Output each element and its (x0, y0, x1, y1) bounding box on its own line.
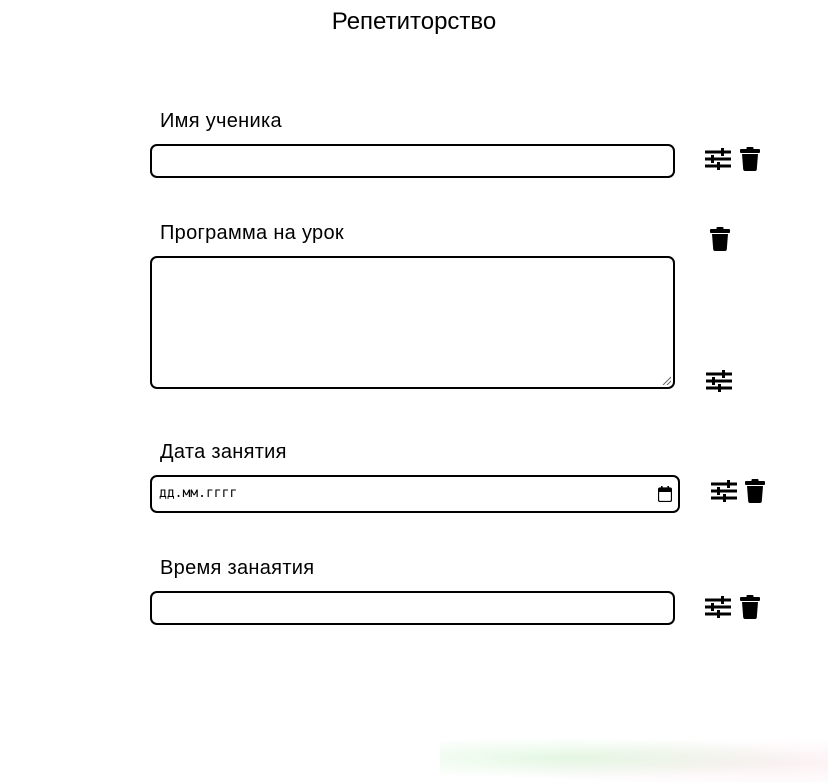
background-glow (440, 733, 828, 783)
student-name-label: Имя ученика (160, 110, 282, 132)
lesson-time-settings-button[interactable] (705, 596, 731, 618)
student-name-input[interactable] (150, 144, 675, 178)
date-placeholder: дд.мм.гггг (159, 486, 238, 501)
lesson-date-input[interactable]: дд.мм.гггг (150, 475, 680, 513)
student-name-delete-button[interactable] (740, 147, 760, 171)
lesson-date-delete-button[interactable] (745, 479, 765, 503)
trash-icon (740, 595, 760, 619)
sliders-icon (706, 370, 732, 392)
lesson-program-settings-button[interactable] (706, 370, 732, 392)
lesson-date-label: Дата занятия (160, 441, 287, 463)
sliders-icon (705, 148, 731, 170)
resize-grip-icon[interactable] (662, 376, 671, 385)
calendar-icon[interactable] (658, 486, 672, 502)
lesson-program-delete-button[interactable] (710, 227, 730, 251)
lesson-time-delete-button[interactable] (740, 595, 760, 619)
page-title: Репетиторство (331, 8, 497, 35)
sliders-icon (711, 480, 737, 502)
trash-icon (745, 479, 765, 503)
lesson-time-input[interactable] (150, 591, 675, 625)
lesson-program-textarea[interactable] (150, 256, 675, 389)
trash-icon (710, 227, 730, 251)
sliders-icon (705, 596, 731, 618)
trash-icon (740, 147, 760, 171)
lesson-date-settings-button[interactable] (711, 480, 737, 502)
lesson-program-label: Программа на урок (160, 222, 344, 244)
lesson-time-label: Время занаятия (160, 557, 315, 579)
student-name-settings-button[interactable] (705, 148, 731, 170)
